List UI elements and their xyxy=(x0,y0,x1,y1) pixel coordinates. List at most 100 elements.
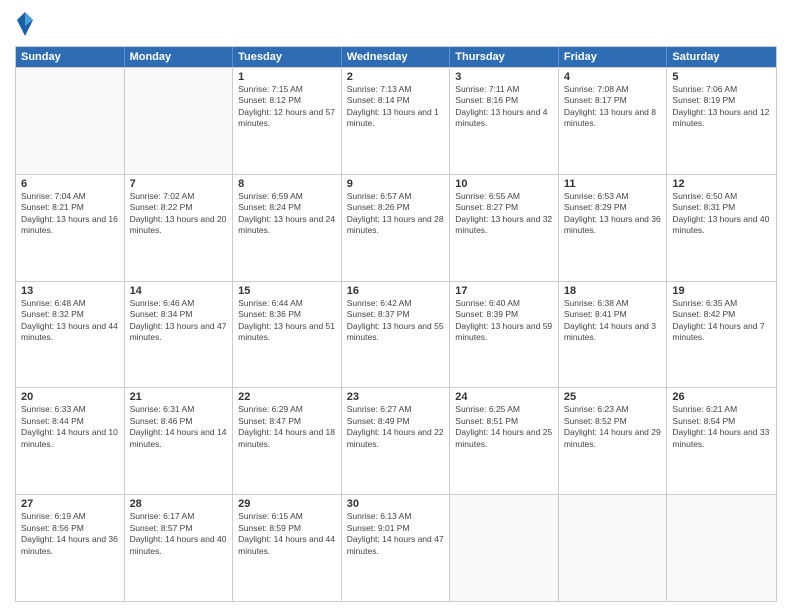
calendar-cell: 30Sunrise: 6:13 AM Sunset: 9:01 PM Dayli… xyxy=(342,495,451,601)
day-info: Sunrise: 6:13 AM Sunset: 9:01 PM Dayligh… xyxy=(347,511,445,557)
calendar-cell: 13Sunrise: 6:48 AM Sunset: 8:32 PM Dayli… xyxy=(16,282,125,388)
day-number: 14 xyxy=(130,285,228,297)
calendar-cell xyxy=(559,495,668,601)
calendar-cell xyxy=(125,68,234,174)
day-number: 25 xyxy=(564,391,662,403)
calendar-cell: 29Sunrise: 6:15 AM Sunset: 8:59 PM Dayli… xyxy=(233,495,342,601)
calendar-cell: 28Sunrise: 6:17 AM Sunset: 8:57 PM Dayli… xyxy=(125,495,234,601)
day-info: Sunrise: 6:25 AM Sunset: 8:51 PM Dayligh… xyxy=(455,404,553,450)
day-number: 22 xyxy=(238,391,336,403)
day-number: 18 xyxy=(564,285,662,297)
day-number: 11 xyxy=(564,178,662,190)
day-info: Sunrise: 6:57 AM Sunset: 8:26 PM Dayligh… xyxy=(347,191,445,237)
day-info: Sunrise: 6:21 AM Sunset: 8:54 PM Dayligh… xyxy=(672,404,771,450)
day-info: Sunrise: 7:06 AM Sunset: 8:19 PM Dayligh… xyxy=(672,84,771,130)
calendar-cell: 9Sunrise: 6:57 AM Sunset: 8:26 PM Daylig… xyxy=(342,175,451,281)
calendar-cell: 23Sunrise: 6:27 AM Sunset: 8:49 PM Dayli… xyxy=(342,388,451,494)
day-info: Sunrise: 6:27 AM Sunset: 8:49 PM Dayligh… xyxy=(347,404,445,450)
day-number: 15 xyxy=(238,285,336,297)
calendar-cell: 11Sunrise: 6:53 AM Sunset: 8:29 PM Dayli… xyxy=(559,175,668,281)
day-number: 27 xyxy=(21,498,119,510)
calendar-cell xyxy=(450,495,559,601)
day-number: 29 xyxy=(238,498,336,510)
calendar-row: 20Sunrise: 6:33 AM Sunset: 8:44 PM Dayli… xyxy=(16,387,776,494)
day-info: Sunrise: 6:48 AM Sunset: 8:32 PM Dayligh… xyxy=(21,298,119,344)
day-info: Sunrise: 6:40 AM Sunset: 8:39 PM Dayligh… xyxy=(455,298,553,344)
day-number: 9 xyxy=(347,178,445,190)
day-number: 12 xyxy=(672,178,771,190)
calendar-header-cell: Sunday xyxy=(16,47,125,67)
calendar-cell: 6Sunrise: 7:04 AM Sunset: 8:21 PM Daylig… xyxy=(16,175,125,281)
day-number: 30 xyxy=(347,498,445,510)
day-info: Sunrise: 6:31 AM Sunset: 8:46 PM Dayligh… xyxy=(130,404,228,450)
calendar-cell: 15Sunrise: 6:44 AM Sunset: 8:36 PM Dayli… xyxy=(233,282,342,388)
day-number: 21 xyxy=(130,391,228,403)
day-number: 3 xyxy=(455,71,553,83)
day-number: 6 xyxy=(21,178,119,190)
calendar-cell: 25Sunrise: 6:23 AM Sunset: 8:52 PM Dayli… xyxy=(559,388,668,494)
calendar-cell: 19Sunrise: 6:35 AM Sunset: 8:42 PM Dayli… xyxy=(667,282,776,388)
calendar-cell: 5Sunrise: 7:06 AM Sunset: 8:19 PM Daylig… xyxy=(667,68,776,174)
calendar-cell: 27Sunrise: 6:19 AM Sunset: 8:56 PM Dayli… xyxy=(16,495,125,601)
day-number: 19 xyxy=(672,285,771,297)
day-info: Sunrise: 6:46 AM Sunset: 8:34 PM Dayligh… xyxy=(130,298,228,344)
calendar-cell: 22Sunrise: 6:29 AM Sunset: 8:47 PM Dayli… xyxy=(233,388,342,494)
calendar-header-cell: Wednesday xyxy=(342,47,451,67)
day-number: 17 xyxy=(455,285,553,297)
calendar-cell: 7Sunrise: 7:02 AM Sunset: 8:22 PM Daylig… xyxy=(125,175,234,281)
day-info: Sunrise: 6:53 AM Sunset: 8:29 PM Dayligh… xyxy=(564,191,662,237)
day-info: Sunrise: 6:38 AM Sunset: 8:41 PM Dayligh… xyxy=(564,298,662,344)
calendar-cell xyxy=(667,495,776,601)
day-info: Sunrise: 6:15 AM Sunset: 8:59 PM Dayligh… xyxy=(238,511,336,557)
calendar: SundayMondayTuesdayWednesdayThursdayFrid… xyxy=(15,46,777,602)
day-info: Sunrise: 6:50 AM Sunset: 8:31 PM Dayligh… xyxy=(672,191,771,237)
day-info: Sunrise: 7:15 AM Sunset: 8:12 PM Dayligh… xyxy=(238,84,336,130)
calendar-cell: 1Sunrise: 7:15 AM Sunset: 8:12 PM Daylig… xyxy=(233,68,342,174)
day-number: 16 xyxy=(347,285,445,297)
calendar-header: SundayMondayTuesdayWednesdayThursdayFrid… xyxy=(16,47,776,67)
day-number: 8 xyxy=(238,178,336,190)
day-number: 26 xyxy=(672,391,771,403)
calendar-row: 1Sunrise: 7:15 AM Sunset: 8:12 PM Daylig… xyxy=(16,67,776,174)
calendar-cell: 3Sunrise: 7:11 AM Sunset: 8:16 PM Daylig… xyxy=(450,68,559,174)
day-info: Sunrise: 7:08 AM Sunset: 8:17 PM Dayligh… xyxy=(564,84,662,130)
calendar-header-cell: Tuesday xyxy=(233,47,342,67)
calendar-body: 1Sunrise: 7:15 AM Sunset: 8:12 PM Daylig… xyxy=(16,67,776,601)
calendar-cell: 17Sunrise: 6:40 AM Sunset: 8:39 PM Dayli… xyxy=(450,282,559,388)
day-number: 2 xyxy=(347,71,445,83)
calendar-cell: 8Sunrise: 6:59 AM Sunset: 8:24 PM Daylig… xyxy=(233,175,342,281)
day-info: Sunrise: 6:23 AM Sunset: 8:52 PM Dayligh… xyxy=(564,404,662,450)
calendar-cell: 26Sunrise: 6:21 AM Sunset: 8:54 PM Dayli… xyxy=(667,388,776,494)
calendar-cell: 14Sunrise: 6:46 AM Sunset: 8:34 PM Dayli… xyxy=(125,282,234,388)
calendar-cell xyxy=(16,68,125,174)
day-info: Sunrise: 6:59 AM Sunset: 8:24 PM Dayligh… xyxy=(238,191,336,237)
day-info: Sunrise: 6:35 AM Sunset: 8:42 PM Dayligh… xyxy=(672,298,771,344)
calendar-cell: 2Sunrise: 7:13 AM Sunset: 8:14 PM Daylig… xyxy=(342,68,451,174)
day-number: 10 xyxy=(455,178,553,190)
day-info: Sunrise: 6:17 AM Sunset: 8:57 PM Dayligh… xyxy=(130,511,228,557)
day-info: Sunrise: 7:11 AM Sunset: 8:16 PM Dayligh… xyxy=(455,84,553,130)
day-number: 23 xyxy=(347,391,445,403)
page: SundayMondayTuesdayWednesdayThursdayFrid… xyxy=(0,0,792,612)
day-info: Sunrise: 7:04 AM Sunset: 8:21 PM Dayligh… xyxy=(21,191,119,237)
day-number: 13 xyxy=(21,285,119,297)
calendar-cell: 16Sunrise: 6:42 AM Sunset: 8:37 PM Dayli… xyxy=(342,282,451,388)
calendar-cell: 18Sunrise: 6:38 AM Sunset: 8:41 PM Dayli… xyxy=(559,282,668,388)
calendar-row: 27Sunrise: 6:19 AM Sunset: 8:56 PM Dayli… xyxy=(16,494,776,601)
day-number: 24 xyxy=(455,391,553,403)
calendar-cell: 10Sunrise: 6:55 AM Sunset: 8:27 PM Dayli… xyxy=(450,175,559,281)
day-info: Sunrise: 7:02 AM Sunset: 8:22 PM Dayligh… xyxy=(130,191,228,237)
day-number: 20 xyxy=(21,391,119,403)
calendar-cell: 21Sunrise: 6:31 AM Sunset: 8:46 PM Dayli… xyxy=(125,388,234,494)
calendar-cell: 12Sunrise: 6:50 AM Sunset: 8:31 PM Dayli… xyxy=(667,175,776,281)
calendar-header-cell: Saturday xyxy=(667,47,776,67)
calendar-cell: 24Sunrise: 6:25 AM Sunset: 8:51 PM Dayli… xyxy=(450,388,559,494)
header xyxy=(15,10,777,38)
day-info: Sunrise: 7:13 AM Sunset: 8:14 PM Dayligh… xyxy=(347,84,445,130)
logo-icon xyxy=(15,10,35,38)
day-info: Sunrise: 6:19 AM Sunset: 8:56 PM Dayligh… xyxy=(21,511,119,557)
calendar-cell: 20Sunrise: 6:33 AM Sunset: 8:44 PM Dayli… xyxy=(16,388,125,494)
day-info: Sunrise: 6:42 AM Sunset: 8:37 PM Dayligh… xyxy=(347,298,445,344)
day-number: 5 xyxy=(672,71,771,83)
day-info: Sunrise: 6:44 AM Sunset: 8:36 PM Dayligh… xyxy=(238,298,336,344)
